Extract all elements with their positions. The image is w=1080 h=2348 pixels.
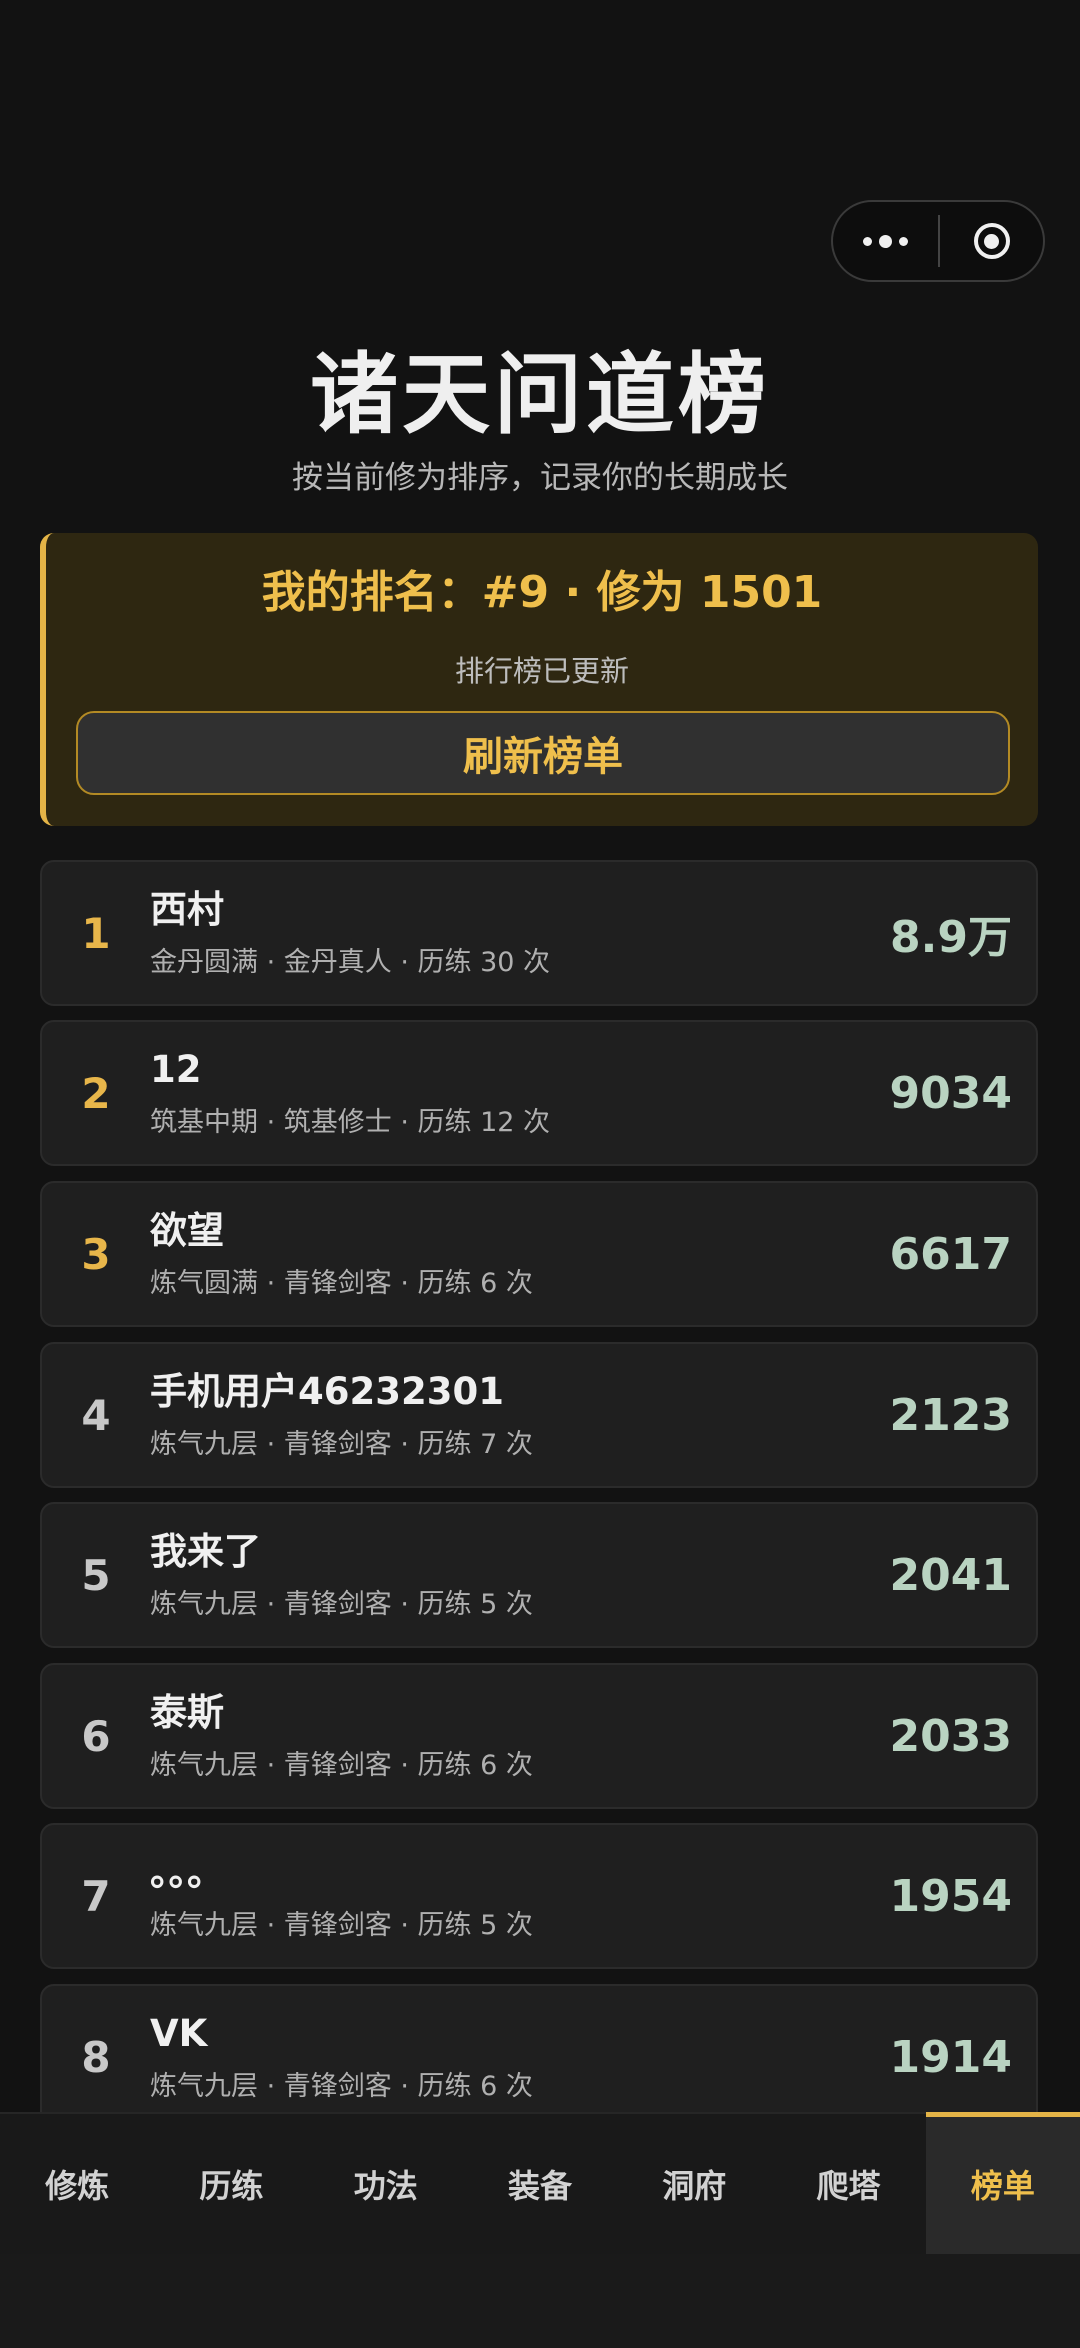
- player-name: 手机用户46232301: [150, 1370, 504, 1413]
- leaderboard-row[interactable]: 1 西村 金丹圆满 · 金丹真人 · 历练 30 次 8.9万: [40, 860, 1038, 1006]
- cultivation-score: 9034: [889, 1067, 1012, 1119]
- bottom-tab-bar: 修炼 历练 功法 装备 洞府 爬塔 榜单: [0, 2112, 1080, 2254]
- player-meta: 炼气九层 · 青锋剑客 · 历练 5 次: [150, 1589, 533, 1620]
- rank-number: 5: [81, 1550, 111, 1600]
- tab-adventure[interactable]: 历练: [154, 2114, 308, 2254]
- player-name: VK: [150, 2012, 208, 2055]
- rank-number: 7: [81, 1871, 111, 1921]
- rank-number: 6: [81, 1711, 111, 1761]
- cultivation-score: 1954: [889, 1870, 1012, 1922]
- my-rank-card: 我的排名：#9 · 修为 1501 排行榜已更新 刷新榜单: [40, 533, 1038, 826]
- player-name: 我来了: [150, 1530, 261, 1573]
- cultivation-score: 2123: [889, 1389, 1012, 1441]
- cultivation-score: 1914: [889, 2031, 1012, 2083]
- player-name: 欲望: [150, 1209, 224, 1252]
- player-name: 。。。: [150, 1851, 224, 1894]
- miniprogram-capsule: [831, 200, 1045, 282]
- player-meta: 筑基中期 · 筑基修士 · 历练 12 次: [150, 1107, 551, 1138]
- cultivation-score: 2033: [889, 1710, 1012, 1762]
- player-meta: 炼气九层 · 青锋剑客 · 历练 6 次: [150, 2071, 533, 2102]
- bottom-safe-area: [0, 2254, 1080, 2348]
- more-dots-icon[interactable]: [833, 202, 938, 280]
- player-name: 泰斯: [150, 1691, 224, 1734]
- tab-cave-dwelling[interactable]: 洞府: [617, 2114, 771, 2254]
- leaderboard-row[interactable]: 3 欲望 炼气圆满 · 青锋剑客 · 历练 6 次 6617: [40, 1181, 1038, 1327]
- player-meta: 炼气九层 · 青锋剑客 · 历练 5 次: [150, 1910, 533, 1941]
- page-title: 诸天问道榜: [309, 343, 770, 446]
- cultivation-score: 8.9万: [890, 912, 1012, 963]
- cultivation-score: 2041: [889, 1549, 1012, 1601]
- page-subtitle: 按当前修为排序，记录你的长期成长: [292, 460, 788, 496]
- player-name: 12: [150, 1048, 202, 1091]
- tab-tower[interactable]: 爬塔: [771, 2114, 925, 2254]
- rank-number: 3: [81, 1229, 111, 1279]
- tab-techniques[interactable]: 功法: [309, 2114, 463, 2254]
- leaderboard-row[interactable]: 4 手机用户46232301 炼气九层 · 青锋剑客 · 历练 7 次 2123: [40, 1342, 1038, 1488]
- rank-number: 4: [81, 1390, 111, 1440]
- player-name: 西村: [150, 888, 224, 931]
- tab-equipment[interactable]: 装备: [463, 2114, 617, 2254]
- rank-number: 8: [81, 2032, 111, 2082]
- player-meta: 炼气九层 · 青锋剑客 · 历练 7 次: [150, 1429, 533, 1460]
- leaderboard-row[interactable]: 6 泰斯 炼气九层 · 青锋剑客 · 历练 6 次 2033: [40, 1663, 1038, 1809]
- tab-leaderboard[interactable]: 榜单: [925, 2112, 1080, 2254]
- update-status: 排行榜已更新: [454, 654, 629, 688]
- leaderboard-row[interactable]: 7 。。。 炼气九层 · 青锋剑客 · 历练 5 次 1954: [40, 1823, 1038, 1969]
- leaderboard-row[interactable]: 5 我来了 炼气九层 · 青锋剑客 · 历练 5 次 2041: [40, 1502, 1038, 1648]
- rank-number: 1: [81, 908, 111, 958]
- tab-cultivate[interactable]: 修炼: [0, 2114, 154, 2254]
- cultivation-score: 6617: [889, 1228, 1012, 1280]
- my-rank-text: 我的排名：#9 · 修为 1501: [261, 567, 823, 618]
- leaderboard-row[interactable]: 8 VK 炼气九层 · 青锋剑客 · 历练 6 次 1914: [40, 1984, 1038, 2130]
- player-meta: 金丹圆满 · 金丹真人 · 历练 30 次: [150, 947, 551, 978]
- leaderboard-row[interactable]: 2 12 筑基中期 · 筑基修士 · 历练 12 次 9034: [40, 1020, 1038, 1166]
- player-meta: 炼气九层 · 青锋剑客 · 历练 6 次: [150, 1750, 533, 1781]
- player-meta: 炼气圆满 · 青锋剑客 · 历练 6 次: [150, 1268, 533, 1299]
- rank-number: 2: [81, 1068, 111, 1118]
- refresh-button[interactable]: 刷新榜单: [76, 711, 1010, 795]
- target-circle-icon[interactable]: [940, 202, 1043, 280]
